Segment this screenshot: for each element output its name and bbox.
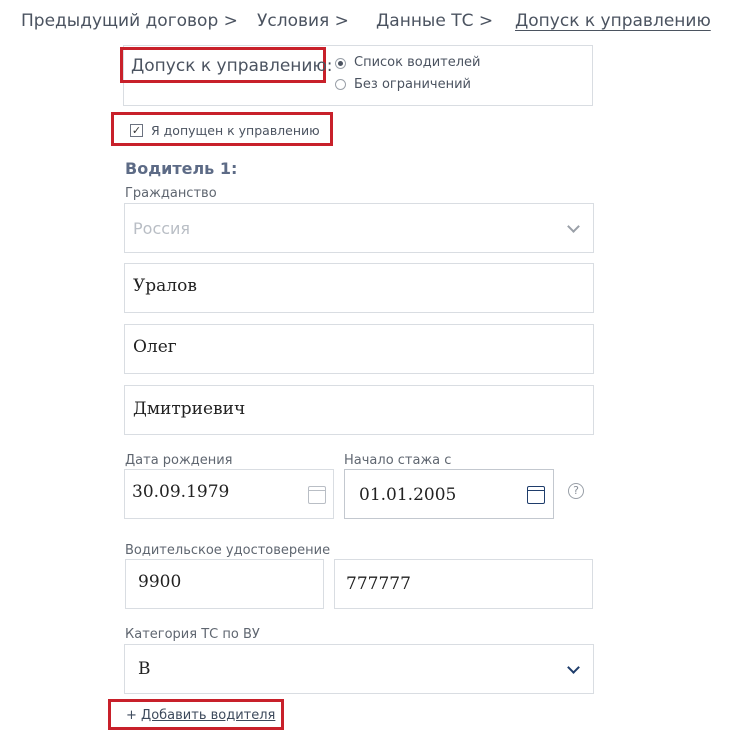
license-label: Водительское удостоверение	[125, 543, 331, 558]
breadcrumb-previous-contract[interactable]: Предыдущий договор >	[21, 11, 238, 31]
self-access-checkbox-highlight: ✓ Я допущен к управлению	[111, 112, 333, 146]
radio-on-icon[interactable]	[335, 58, 346, 69]
birth-date-label: Дата рождения	[125, 453, 233, 468]
add-driver-link[interactable]: + Добавить водителя	[126, 708, 275, 723]
breadcrumb-conditions[interactable]: Условия >	[257, 11, 349, 31]
radio-off-icon[interactable]	[335, 79, 346, 90]
add-driver-highlight: + Добавить водителя	[108, 699, 284, 730]
license-series-value: 9900	[138, 572, 182, 592]
birth-date-value: 30.09.1979	[132, 482, 230, 502]
calendar-icon[interactable]	[308, 486, 326, 504]
birth-date-field[interactable]: 30.09.1979	[124, 469, 334, 519]
chevron-down-icon	[567, 220, 580, 233]
category-select[interactable]: B	[124, 644, 594, 694]
driving-access-label: Допуск к управлению:	[131, 56, 333, 76]
checkmark-icon[interactable]: ✓	[130, 124, 143, 137]
first-name-value: Олег	[133, 337, 177, 357]
breadcrumb-driving-access[interactable]: Допуск к управлению	[515, 11, 711, 31]
breadcrumb-vehicle-data[interactable]: Данные ТС >	[376, 11, 493, 31]
citizenship-select[interactable]: Россия	[124, 203, 594, 253]
last-name-value: Уралов	[133, 276, 197, 296]
category-value: B	[138, 659, 151, 679]
driver-heading: Водитель 1:	[125, 159, 238, 178]
radio-driver-list-label: Список водителей	[354, 55, 481, 70]
license-number-field[interactable]: 777777	[334, 559, 593, 609]
citizenship-value: Россия	[133, 219, 191, 238]
help-icon[interactable]: ?	[568, 483, 584, 499]
experience-date-field[interactable]: 01.01.2005	[344, 469, 554, 519]
self-access-label[interactable]: Я допущен к управлению	[151, 123, 320, 138]
license-number-value: 777777	[346, 574, 411, 594]
category-label: Категория ТС по ВУ	[125, 627, 260, 642]
patronymic-field[interactable]: Дмитриевич	[124, 385, 594, 435]
driving-access-label-highlight: Допуск к управлению:	[120, 47, 332, 83]
radio-no-restrictions-label: Без ограничений	[354, 77, 471, 92]
first-name-field[interactable]: Олег	[124, 324, 594, 374]
license-series-field[interactable]: 9900	[125, 559, 324, 609]
add-driver-label: Добавить водителя	[141, 708, 276, 723]
calendar-icon[interactable]	[527, 486, 545, 504]
chevron-down-icon	[567, 661, 580, 674]
experience-label: Начало стажа с	[344, 453, 452, 468]
add-driver-plus: +	[126, 708, 137, 723]
patronymic-value: Дмитриевич	[133, 399, 246, 419]
experience-date-value: 01.01.2005	[359, 485, 457, 505]
citizenship-label: Гражданство	[125, 186, 217, 201]
last-name-field[interactable]: Уралов	[124, 263, 594, 313]
